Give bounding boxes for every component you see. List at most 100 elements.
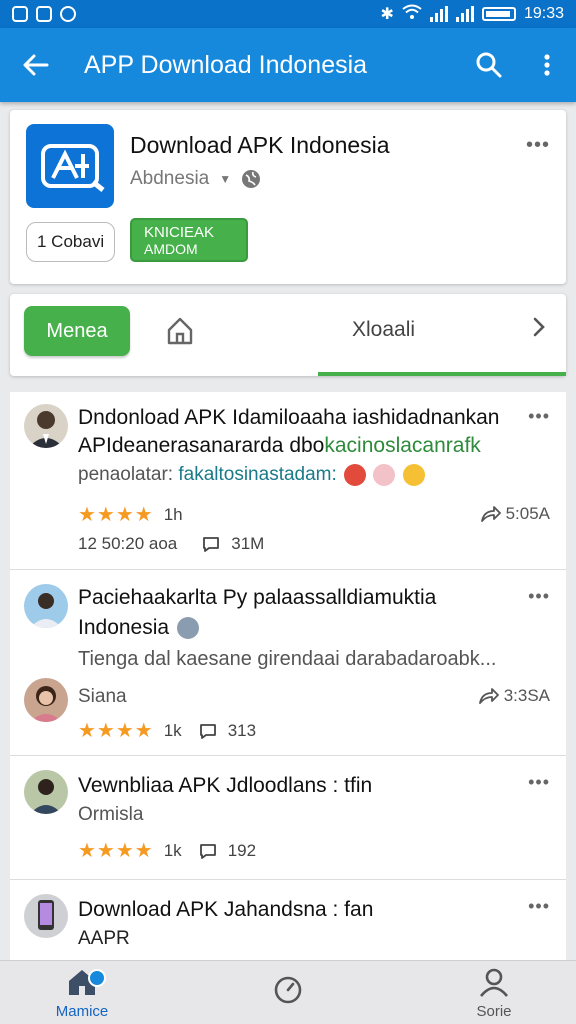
app-name: Download APK Indonesia bbox=[130, 132, 390, 158]
post-title-line1: Vewnbliaa APK Jdloodlans : tfin bbox=[78, 774, 373, 797]
star-rating-icon: ★★★★ bbox=[78, 504, 154, 526]
dashboard-icon bbox=[274, 976, 302, 1004]
emoji-icon bbox=[402, 464, 425, 486]
rating-row: ★★★★ 1k 313 bbox=[78, 718, 256, 743]
rating-count: 1k bbox=[163, 840, 182, 860]
post-title-line2-a: APIdeanerasanararda dbo bbox=[78, 434, 325, 457]
list-item[interactable]: ••• Download APK Jahandsna : fan AAPR bbox=[10, 882, 566, 960]
post-more-icon[interactable]: ••• bbox=[528, 772, 550, 793]
list-item[interactable]: ••• Paciehaakarlta Py palaassalldiamukti… bbox=[10, 572, 566, 756]
gallery-icon bbox=[36, 6, 52, 22]
list-item[interactable]: ••• Dndonload APK Idamiloaaha iashidadna… bbox=[10, 392, 566, 570]
app-bar-title: APP Download Indonesia bbox=[84, 50, 368, 79]
install-label: KNICIEAK bbox=[144, 224, 215, 241]
signal-icon bbox=[429, 6, 448, 22]
rating-row: ★★★★ 1k 192 bbox=[78, 838, 256, 863]
rating-row: ★★★★ 1h bbox=[78, 502, 183, 527]
feed-list: ••• Dndonload APK Idamiloaaha iashidadna… bbox=[10, 392, 566, 960]
comment-icon bbox=[203, 537, 220, 552]
tab-bar: Menea Xloaali bbox=[10, 294, 566, 376]
bluetooth-icon: ✱ bbox=[380, 6, 394, 23]
post-subtitle: Ormisla bbox=[78, 804, 144, 825]
share-icon bbox=[480, 506, 501, 522]
profile-icon bbox=[479, 968, 509, 997]
share-count: 5:05A bbox=[505, 504, 550, 523]
avatar[interactable] bbox=[24, 894, 68, 938]
post-title-line2: Indonesia bbox=[78, 616, 199, 640]
avatar[interactable] bbox=[24, 770, 68, 814]
nav-home[interactable]: Mamice bbox=[32, 967, 132, 1020]
back-button[interactable] bbox=[0, 28, 72, 102]
avatar[interactable] bbox=[24, 678, 68, 722]
comment-count: 31M bbox=[231, 534, 265, 553]
more-vert-icon bbox=[544, 54, 550, 76]
back-arrow-icon bbox=[23, 54, 49, 76]
search-icon bbox=[476, 52, 502, 78]
avatar[interactable] bbox=[24, 584, 68, 628]
post-title-line2: APIdeanerasanararda dbokacinoslacanrafk bbox=[78, 434, 481, 458]
app-info-card: Download APK Indonesia Abdnesia ▼ ••• 1 … bbox=[10, 110, 566, 284]
card-more-icon[interactable]: ••• bbox=[526, 134, 550, 157]
notification-icon bbox=[12, 6, 28, 22]
post-more-icon[interactable]: ••• bbox=[528, 406, 550, 427]
rating-count: 1h bbox=[163, 504, 183, 524]
comment-icon bbox=[199, 723, 216, 739]
post-title-line1: Paciehaakarlta Py palaassalldiamuktia bbox=[78, 586, 437, 609]
post-more-icon[interactable]: ••• bbox=[528, 586, 550, 607]
share-button[interactable]: 5:05A bbox=[480, 504, 550, 524]
rating-count: 1k bbox=[163, 720, 182, 740]
comment-icon bbox=[199, 843, 216, 859]
post-title-line2-text: Indonesia bbox=[78, 616, 170, 639]
share-button[interactable]: 3:3SA bbox=[478, 686, 550, 706]
install-button[interactable]: KNICIEAK AMDOM bbox=[130, 218, 248, 262]
tab-menu[interactable]: Menea bbox=[24, 306, 130, 356]
nav-profile[interactable]: Sorie bbox=[444, 967, 544, 1020]
bottom-navigation: Mamice Sorie bbox=[0, 960, 576, 1024]
signal-icon-2 bbox=[455, 6, 474, 22]
post-more-icon[interactable]: ••• bbox=[528, 896, 550, 917]
share-icon bbox=[478, 688, 499, 704]
post-subtitle: AAPR bbox=[78, 928, 130, 949]
post-title-link[interactable]: kacinoslacanrafk bbox=[324, 434, 480, 457]
avatar[interactable] bbox=[24, 404, 68, 448]
search-button[interactable] bbox=[460, 28, 518, 102]
emoji-icon bbox=[344, 464, 367, 486]
nav-activity[interactable] bbox=[238, 975, 338, 1009]
tab-indicator bbox=[318, 372, 566, 376]
wifi-icon bbox=[402, 4, 422, 25]
overflow-menu-button[interactable] bbox=[518, 28, 576, 102]
star-rating-icon: ★★★★ bbox=[78, 720, 154, 742]
notification-badge bbox=[88, 969, 106, 987]
app-logo-icon[interactable] bbox=[26, 124, 114, 208]
sync-icon bbox=[60, 6, 76, 22]
install-sublabel: AMDOM bbox=[144, 241, 198, 257]
nav-home-label: Mamice bbox=[55, 1003, 109, 1020]
chevron-right-icon[interactable] bbox=[532, 316, 546, 345]
dropdown-icon: ▼ bbox=[219, 172, 232, 186]
tab-download[interactable]: Xloaali bbox=[352, 318, 415, 342]
emoji-icon bbox=[373, 464, 396, 486]
post-subtitle-link[interactable]: fakaltosinastadam: bbox=[178, 464, 336, 485]
share-count: 3:3SA bbox=[503, 686, 550, 705]
post-subtitle-a: penaolatar: bbox=[78, 464, 179, 486]
post-subtitle: penaolatar: fakaltosinastadam: bbox=[78, 464, 425, 486]
developer-name: Abdnesia bbox=[130, 168, 210, 189]
globe-icon bbox=[242, 170, 261, 188]
post-meta-row: 12 50:20 aoa 31M bbox=[78, 534, 264, 554]
post-time: 12 50:20 aoa bbox=[78, 534, 178, 553]
status-time: 19:33 bbox=[523, 5, 564, 22]
comment-count: 192 bbox=[227, 840, 257, 860]
comment-count: 313 bbox=[227, 720, 257, 740]
star-rating-icon: ★★★★ bbox=[78, 840, 154, 862]
list-item[interactable]: ••• Vewnbliaa APK Jdloodlans : tfin Ormi… bbox=[10, 758, 566, 880]
nav-profile-label: Sorie bbox=[476, 1003, 512, 1020]
version-pill[interactable]: 1 Cobavi bbox=[26, 222, 116, 262]
battery-icon bbox=[481, 7, 516, 21]
developer-row[interactable]: Abdnesia ▼ bbox=[130, 168, 261, 190]
post-author[interactable]: Siana bbox=[78, 686, 127, 708]
status-bar: ✱ 19:33 bbox=[0, 0, 576, 28]
tab-home[interactable] bbox=[166, 316, 194, 351]
home-outline-icon bbox=[167, 317, 193, 345]
post-title-line1: Dndonload APK Idamiloaaha iashidadnankan bbox=[78, 406, 500, 429]
emoji-icon bbox=[176, 617, 199, 640]
